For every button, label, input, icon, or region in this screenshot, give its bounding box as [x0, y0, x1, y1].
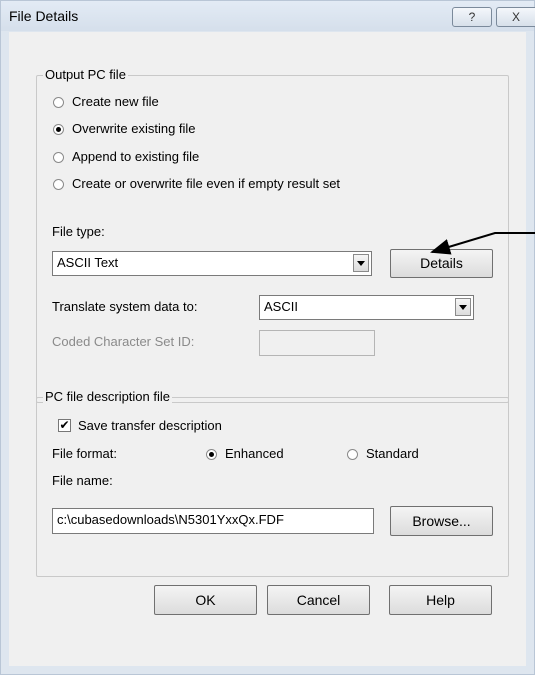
annotation-arrow-icon: [430, 232, 535, 255]
